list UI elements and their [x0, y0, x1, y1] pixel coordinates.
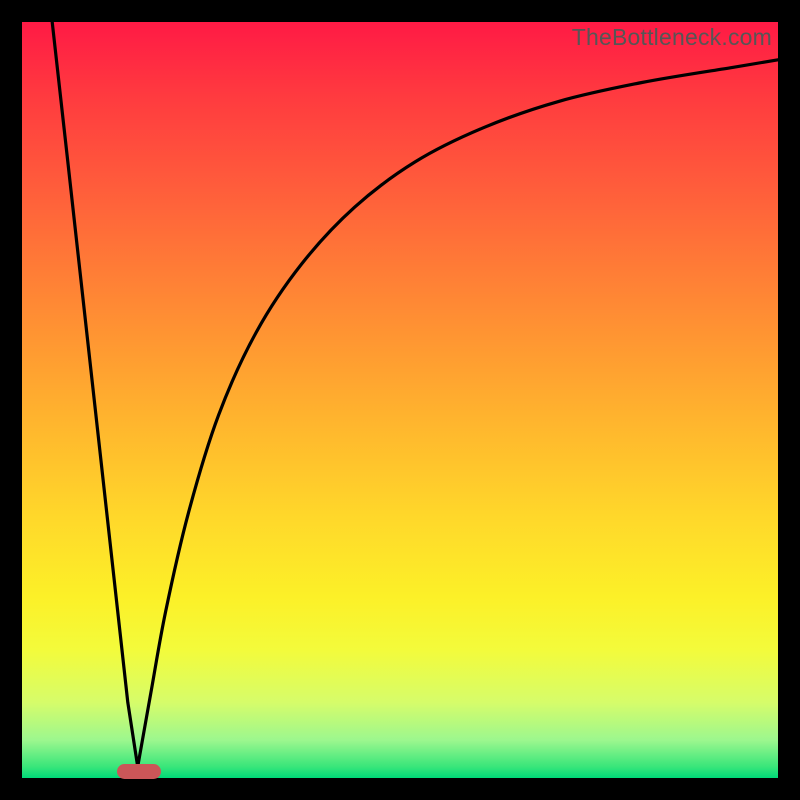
chart-frame: TheBottleneck.com — [0, 0, 800, 800]
optimal-marker — [117, 764, 161, 779]
curve-path — [52, 22, 778, 767]
plot-area: TheBottleneck.com — [22, 22, 778, 778]
bottleneck-curve — [22, 22, 778, 778]
